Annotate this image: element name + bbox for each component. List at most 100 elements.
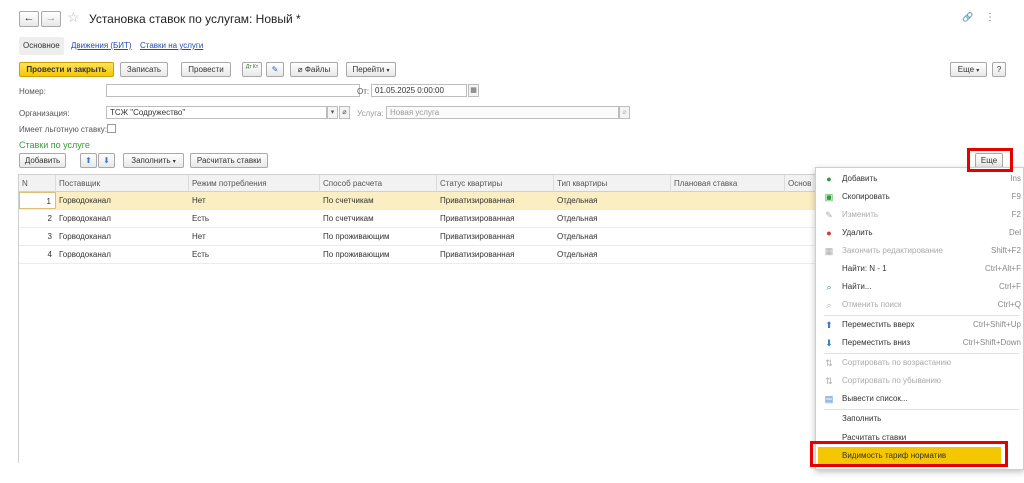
menu-item-delete[interactable]: ● Удалить Del <box>816 224 1024 242</box>
menu-item-edit[interactable]: ✎ Изменить F2 <box>816 206 1024 224</box>
arrow-down-icon: ⬇ <box>103 156 110 165</box>
cell-method: По счетчикам <box>323 214 374 223</box>
cell-base <box>785 192 819 209</box>
files-button-label: Файлы <box>304 65 331 74</box>
save-button[interactable]: Записать <box>120 62 168 77</box>
col-consumption-mode[interactable]: Режим потребления <box>189 175 320 192</box>
menu-item-sort-desc[interactable]: ⇅ Сортировать по убыванию <box>816 372 1024 390</box>
search-icon: ⌕ <box>826 282 832 292</box>
organization-dropdown-icon[interactable]: ▾ <box>327 106 338 119</box>
table-row[interactable]: 2 Горводоканал Есть По счетчикам Привати… <box>19 210 819 228</box>
cell-mode: Есть <box>192 250 210 259</box>
table-left-border <box>18 174 19 463</box>
cell-mode: Есть <box>192 214 210 223</box>
back-button[interactable]: ← <box>19 11 39 27</box>
menu-item-copy[interactable]: ▣ Скопировать F9 <box>816 188 1024 206</box>
cell-base <box>785 210 819 227</box>
post-button[interactable]: Провести <box>181 62 231 77</box>
date-from-label: От: <box>357 87 370 96</box>
chevron-down-icon: ▾ <box>976 68 980 74</box>
cell-mode: Нет <box>192 196 206 205</box>
col-apartment-type[interactable]: Тип квартиры <box>554 175 671 192</box>
post-and-close-button[interactable]: Провести и закрыть <box>19 62 114 77</box>
cell-type: Отдельная <box>557 214 598 223</box>
menu-item-add[interactable]: ● Добавить Ins <box>816 170 1024 188</box>
fill-button[interactable]: Заполнить ▾ <box>123 153 184 168</box>
highlight-more-button <box>967 148 1013 172</box>
number-label: Номер: <box>19 87 46 96</box>
menu-item-find-value[interactable]: Найти: N - 1 Ctrl+Alt+F <box>816 260 1024 278</box>
more-button[interactable]: Еще ▾ <box>950 62 987 77</box>
menu-item-fill[interactable]: Заполнить <box>816 410 1024 428</box>
menu-item-end-edit[interactable]: ▦ Закончить редактирование Shift+F2 <box>816 242 1024 260</box>
chevron-down-icon: ▾ <box>386 68 390 74</box>
add-icon: ● <box>826 174 832 184</box>
cell-type: Отдельная <box>557 196 598 205</box>
cell-method: По счетчикам <box>323 196 374 205</box>
delete-icon: ● <box>826 228 832 238</box>
number-field[interactable] <box>106 84 360 97</box>
sort-asc-icon: ⇅ <box>825 358 833 368</box>
tab-service-rates[interactable]: Ставки на услуги <box>140 41 203 50</box>
menu-item-move-up[interactable]: ⬆ Переместить вверх Ctrl+Shift+Up <box>816 316 1024 334</box>
more-label: Еще <box>957 65 975 74</box>
menu-item-cancel-search[interactable]: ⌕ Отменить поиск Ctrl+Q <box>816 296 1024 314</box>
date-field[interactable]: 01.05.2025 0:00:00 <box>371 84 467 97</box>
cell-planned-rate <box>671 192 785 209</box>
col-n[interactable]: N <box>19 175 56 192</box>
cell-status: Приватизированная <box>440 214 515 223</box>
forward-button[interactable]: → <box>41 11 61 27</box>
more-actions-icon[interactable]: ⋮ <box>985 12 995 23</box>
table-header: N Поставщик Режим потребления Способ рас… <box>19 174 819 192</box>
table-row[interactable]: 3 Горводоканал Нет По проживающим Приват… <box>19 228 819 246</box>
link-icon[interactable]: 🔗 <box>962 12 973 23</box>
cancel-search-icon: ⌕ <box>826 300 832 310</box>
cell-mode: Нет <box>192 232 206 241</box>
table-row[interactable]: 4 Горводоканал Есть По проживающим Прива… <box>19 246 819 264</box>
col-supplier[interactable]: Поставщик <box>56 175 189 192</box>
menu-item-move-down[interactable]: ⬇ Переместить вниз Ctrl+Shift+Down <box>816 334 1024 352</box>
chevron-down-icon: ▾ <box>172 159 176 165</box>
benefit-rate-label: Имеет льготную ставку: <box>19 125 108 134</box>
cell-n: 4 <box>47 250 52 259</box>
col-base[interactable]: Основ <box>785 175 819 192</box>
dt-kt-button[interactable]: Дт Кт <box>242 62 262 77</box>
pencil-icon: ✎ <box>825 210 833 220</box>
cell-n: 2 <box>47 214 52 223</box>
col-calc-method[interactable]: Способ расчета <box>320 175 437 192</box>
menu-item-find[interactable]: ⌕ Найти... Ctrl+F <box>816 278 1024 296</box>
table-row[interactable]: 1 Горводоканал Нет По счетчикам Приватиз… <box>19 192 819 210</box>
help-button[interactable]: ? <box>992 62 1006 77</box>
service-label: Услуга: <box>357 109 384 118</box>
favorite-star-icon[interactable]: ☆ <box>67 9 80 26</box>
fill-label: Заполнить <box>131 156 171 165</box>
move-down-button[interactable]: ⬇ <box>98 153 115 168</box>
menu-item-output-list[interactable]: ▤ Вывести список... <box>816 390 1024 408</box>
calculate-rates-button[interactable]: Расчитать ставки <box>190 153 268 168</box>
cell-supplier: Горводоканал <box>59 196 111 205</box>
col-apartment-status[interactable]: Статус квартиры <box>437 175 554 192</box>
add-row-button[interactable]: Добавить <box>19 153 66 168</box>
organization-field[interactable]: ТСЖ "Содружество" <box>106 106 327 119</box>
cell-n: 1 <box>19 192 56 209</box>
service-field[interactable]: Новая услуга <box>386 106 619 119</box>
edit-pencil-button[interactable]: ✎ <box>266 62 284 77</box>
col-planned-rate[interactable]: Плановая ставка <box>671 175 785 192</box>
cell-planned-rate <box>671 228 785 245</box>
cell-supplier: Горводоканал <box>59 232 111 241</box>
cell-status: Приватизированная <box>440 250 515 259</box>
organization-open-icon[interactable]: ⌀ <box>339 106 350 119</box>
section-title: Ставки по услуге <box>19 140 90 150</box>
service-open-icon[interactable]: ⌀ <box>619 106 630 119</box>
files-button[interactable]: ⌀ Файлы <box>290 62 338 77</box>
tab-movements[interactable]: Движения (БИТ) <box>71 41 132 50</box>
print-list-icon: ▤ <box>824 394 834 404</box>
menu-item-sort-asc[interactable]: ⇅ Сортировать по возрастанию <box>816 354 1024 372</box>
benefit-rate-checkbox[interactable] <box>107 124 116 133</box>
move-up-button[interactable]: ⬆ <box>80 153 97 168</box>
end-edit-icon: ▦ <box>824 246 834 256</box>
calendar-icon[interactable]: ▦ <box>468 84 479 97</box>
goto-button[interactable]: Перейти ▾ <box>346 62 396 77</box>
cell-type: Отдельная <box>557 232 598 241</box>
organization-label: Организация: <box>19 109 70 118</box>
